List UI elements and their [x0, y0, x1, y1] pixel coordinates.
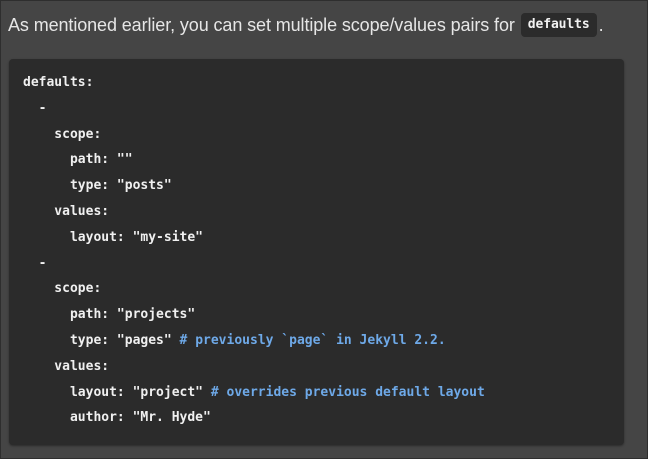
code-block: defaults: - scope: path: "" type: "posts…	[9, 59, 624, 445]
code-text: type: "posts"	[23, 178, 172, 194]
code-comment: # previously `page` in Jekyll 2.2.	[179, 332, 446, 348]
code-line: type: "posts"	[23, 173, 485, 199]
code-text: defaults:	[23, 75, 94, 90]
intro-period: .	[598, 14, 604, 35]
code-text: -	[23, 100, 47, 116]
code-line: values:	[23, 354, 485, 380]
code-text: scope:	[23, 126, 102, 142]
code-text: path: ""	[23, 152, 133, 168]
code-comment: # overrides previous default layout	[210, 384, 485, 400]
code-text: path: "projects"	[23, 307, 196, 323]
intro-paragraph: As mentioned earlier, you can set multip…	[8, 10, 604, 40]
code-text: type: "pages"	[23, 332, 180, 348]
code-lines: defaults: - scope: path: "" type: "posts…	[23, 70, 485, 431]
code-text: values:	[23, 203, 110, 219]
code-line: scope:	[23, 122, 485, 148]
code-line: layout: "project" # overrides previous d…	[23, 380, 485, 406]
code-line: path: "projects"	[23, 302, 485, 328]
code-line: -	[23, 96, 485, 122]
code-text: scope:	[23, 281, 102, 297]
code-line: scope:	[23, 276, 485, 302]
code-line: -	[23, 251, 485, 277]
code-line: author: "Mr. Hyde"	[23, 405, 485, 431]
code-line: defaults:	[23, 70, 485, 96]
inline-code-defaults: defaults	[520, 13, 597, 37]
code-line: path: ""	[23, 147, 485, 173]
code-line: type: "pages" # previously `page` in Jek…	[23, 328, 485, 354]
code-text: layout: "project"	[23, 384, 211, 400]
code-line: layout: "my-site"	[23, 225, 485, 251]
code-line: values:	[23, 199, 485, 225]
code-text: author: "Mr. Hyde"	[23, 410, 211, 426]
intro-text: As mentioned earlier, you can set multip…	[8, 14, 515, 35]
code-text: values:	[23, 358, 110, 374]
code-text: layout: "my-site"	[23, 229, 204, 245]
code-text: -	[23, 255, 47, 271]
